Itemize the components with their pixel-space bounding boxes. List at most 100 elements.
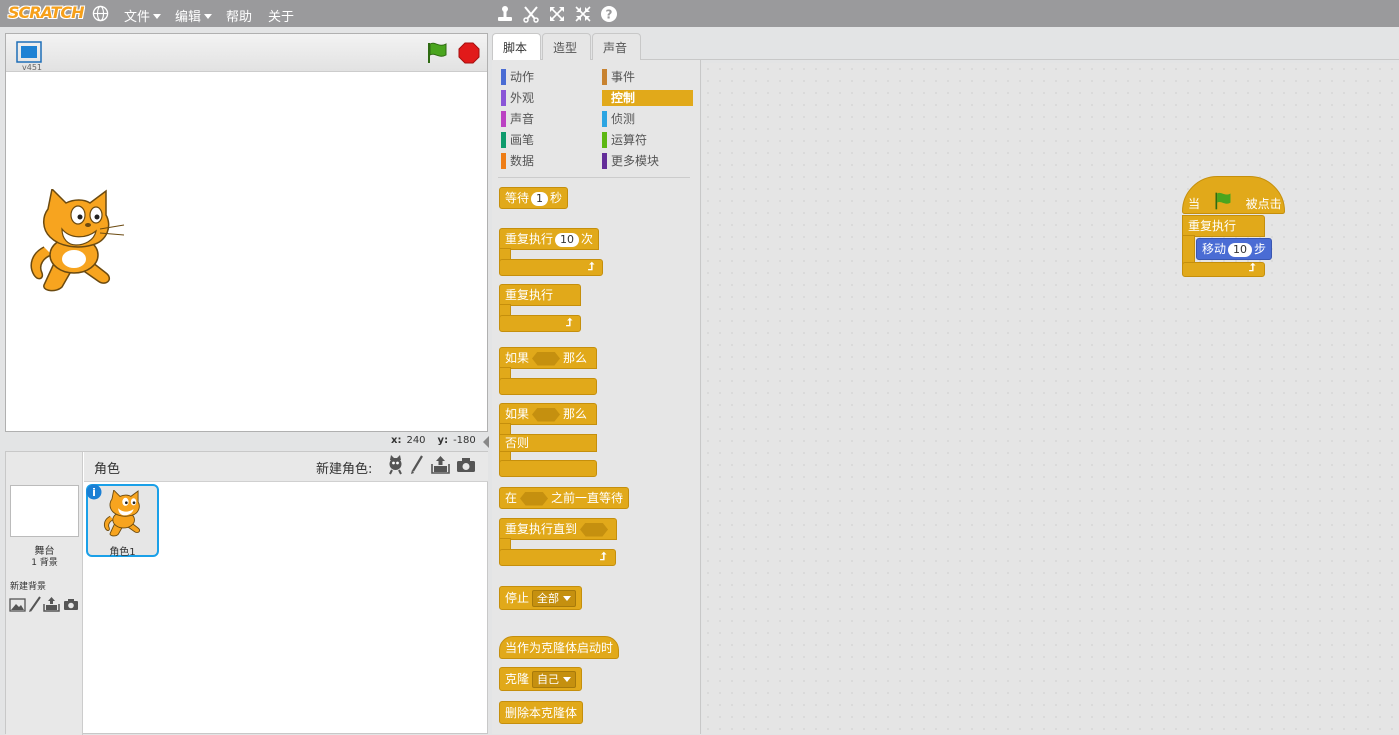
tab-costumes[interactable]: 造型 (542, 33, 591, 60)
delete-scissors-icon[interactable] (521, 4, 541, 24)
loop-arrow-icon: ⮥ (600, 550, 607, 563)
condition-slot[interactable] (580, 522, 609, 537)
block-stop[interactable]: 停止 全部 (499, 586, 583, 610)
loop-arrow-icon: ⮥ (588, 260, 595, 273)
category-1-right[interactable]: 控制 (602, 90, 693, 106)
version-label: v451 (22, 63, 43, 72)
stop-sign-icon[interactable] (458, 42, 480, 64)
block-if-else[interactable]: 如果 那么 (499, 403, 597, 425)
help-icon[interactable]: ? (599, 4, 619, 24)
stage[interactable]: v451 (5, 33, 488, 432)
block-create-clone[interactable]: 克隆 自己 (499, 667, 583, 691)
move-unit: 步 (1254, 242, 1267, 256)
move-steps-input[interactable]: 10 (1228, 243, 1253, 257)
hat-label-when: 当 (1188, 197, 1201, 211)
category-4-left[interactable]: 数据 (501, 153, 534, 169)
block-repeat[interactable]: 重复执行 10 次 (499, 228, 600, 250)
tab-sounds[interactable]: 声音 (592, 33, 641, 60)
category-label: 动作 (510, 70, 535, 84)
backdrop-library-icon[interactable] (9, 598, 26, 612)
block-when-clone-start[interactable]: 当作为克隆体启动时 (499, 636, 620, 659)
scripts-area[interactable]: 当 被点击 重复执行 ⮥ 移动 10 步 (702, 63, 1399, 734)
sprite-thumbnail-selected[interactable]: i 角色1 (86, 484, 159, 558)
category-1-left[interactable]: 外观 (501, 90, 534, 106)
green-flag-icon[interactable] (426, 41, 448, 65)
script-move-steps[interactable]: 移动 10 步 (1196, 238, 1273, 260)
category-color-swatch (602, 153, 607, 169)
category-3-left[interactable]: 画笔 (501, 132, 534, 148)
category-0-left[interactable]: 动作 (501, 69, 534, 85)
script-hat-when-flag-clicked[interactable]: 当 被点击 (1182, 176, 1285, 214)
y-value: -180 (453, 435, 476, 446)
y-label: y: (437, 435, 449, 446)
block-if-else-if-label: 如果 (505, 407, 530, 421)
category-color-swatch (602, 111, 607, 127)
shrink-icon[interactable] (573, 4, 593, 24)
chevron-down-icon (204, 14, 213, 19)
block-wait-until-post: 之前一直等待 (551, 491, 624, 505)
block-repeat-foot: ⮥ (499, 259, 603, 276)
paint-backdrop-icon[interactable] (28, 596, 42, 613)
category-label: 更多模块 (611, 154, 660, 168)
tab-scripts[interactable]: 脚本 (492, 33, 541, 61)
block-repeat-input[interactable]: 10 (555, 233, 580, 247)
camera-sprite-icon[interactable] (456, 457, 476, 473)
stage-thumbnail[interactable] (10, 485, 79, 537)
paint-sprite-icon[interactable] (410, 455, 424, 475)
clone-target-dropdown[interactable]: 自己 (532, 671, 577, 688)
block-else-arm: 否则 (499, 434, 597, 452)
menu-file[interactable]: 文件 (124, 6, 162, 25)
sprite-cat-thumbnail (103, 490, 140, 537)
category-2-left[interactable]: 声音 (501, 111, 534, 127)
category-0-right[interactable]: 事件 (602, 69, 635, 85)
category-label: 侦测 (611, 112, 636, 126)
category-color-swatch (501, 132, 506, 148)
block-forever[interactable]: 重复执行 (499, 284, 581, 306)
scratch-cat-sprite[interactable] (26, 189, 128, 295)
menu-about[interactable]: 关于 (268, 6, 294, 25)
condition-slot[interactable] (532, 407, 561, 422)
presentation-mode-icon[interactable] (16, 41, 42, 63)
upload-backdrop-icon[interactable] (43, 596, 60, 612)
block-delete-clone[interactable]: 删除本克隆体 (499, 701, 584, 724)
category-label: 声音 (510, 112, 535, 126)
block-wait-until-pre: 在 (505, 491, 518, 505)
sprite-pane: 舞台 1 背景 新建背景 角色 新建角色: i 角色1 (5, 451, 488, 735)
loop-arrow-icon: ⮥ (566, 316, 573, 329)
move-label: 移动 (1202, 242, 1227, 256)
menu-help[interactable]: 帮助 (226, 6, 252, 25)
category-label: 运算符 (611, 133, 648, 147)
category-3-right[interactable]: 运算符 (602, 132, 647, 148)
svg-text:i: i (92, 486, 96, 499)
camera-backdrop-icon[interactable] (63, 598, 79, 611)
menu-file-label: 文件 (124, 10, 151, 25)
scratch-logo[interactable]: SCRATCH (8, 3, 84, 22)
category-4-right[interactable]: 更多模块 (602, 153, 659, 169)
block-clone-label: 克隆 (505, 672, 530, 686)
block-if-else-then-label: 那么 (563, 407, 588, 421)
block-if-label: 如果 (505, 351, 530, 365)
block-wait-input[interactable]: 1 (531, 192, 549, 206)
block-wait[interactable]: 等待 1 秒 (499, 187, 569, 209)
menu-edit[interactable]: 编辑 (175, 6, 213, 25)
category-divider (498, 177, 690, 178)
duplicate-stamp-icon[interactable] (495, 4, 515, 24)
category-2-right[interactable]: 侦测 (602, 111, 635, 127)
upload-sprite-icon[interactable] (431, 455, 450, 474)
info-icon[interactable]: i (86, 484, 102, 500)
block-wait-label: 等待 (505, 191, 530, 205)
script-forever[interactable]: 重复执行 (1182, 215, 1265, 237)
block-repeat-until[interactable]: 重复执行直到 (499, 518, 618, 540)
loop-arrow-icon: ⮥ (1249, 261, 1256, 274)
grow-icon[interactable] (547, 4, 567, 24)
block-if-then[interactable]: 如果 那么 (499, 347, 597, 369)
stop-option-dropdown[interactable]: 全部 (532, 590, 577, 607)
menu-edit-label: 编辑 (175, 10, 202, 25)
language-globe-icon[interactable] (92, 5, 109, 22)
category-label: 画笔 (510, 133, 535, 147)
condition-slot[interactable] (520, 491, 549, 506)
condition-slot[interactable] (532, 351, 561, 366)
sprite-library-icon[interactable] (386, 455, 405, 475)
block-wait-until[interactable]: 在 之前一直等待 (499, 487, 630, 509)
collapse-stage-arrow-icon[interactable] (482, 435, 490, 449)
